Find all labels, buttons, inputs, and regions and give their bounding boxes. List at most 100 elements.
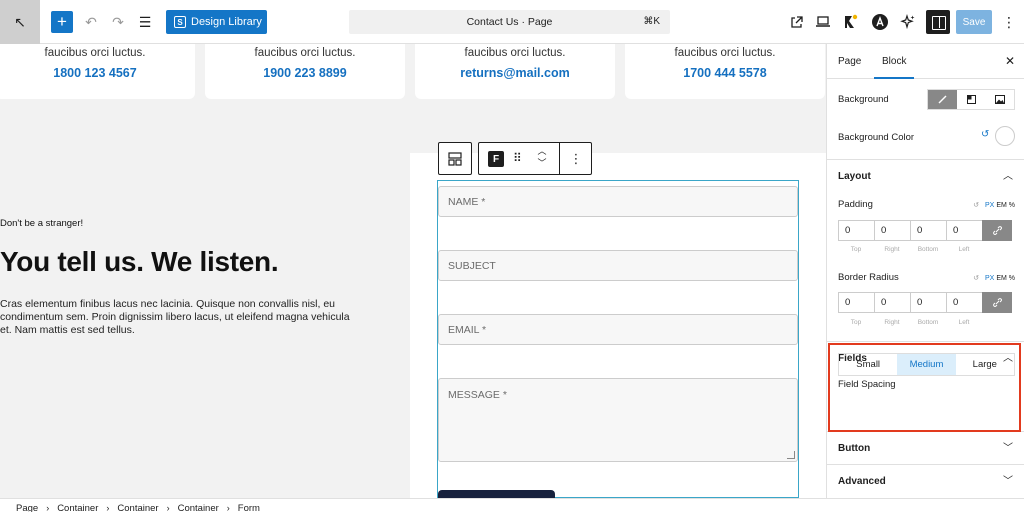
gradient-icon[interactable]	[957, 90, 986, 109]
ai-sparkle-icon[interactable]	[897, 11, 919, 33]
intro-paragraph[interactable]: Cras elementum finibus lacus nec lacinia…	[0, 298, 350, 337]
breadcrumb-item[interactable]: Container	[117, 503, 158, 512]
link-sides-icon[interactable]	[982, 220, 1012, 241]
name-field[interactable]: NAME *	[438, 186, 798, 217]
unit-em[interactable]: EM	[996, 275, 1007, 282]
unit-percent[interactable]: %	[1009, 202, 1015, 209]
plugin-a-icon[interactable]	[869, 11, 891, 33]
card-text: faucibus orci luctus.	[44, 47, 146, 59]
editor-toolbar: ↖ + ↶ ↷ ☰ S Design Library Contact Us · …	[0, 0, 1024, 44]
advanced-title: Advanced	[838, 476, 886, 487]
chevron-up-icon: ︿	[1003, 171, 1013, 182]
padding-top-input[interactable]: 0	[838, 220, 875, 241]
radius-top-input[interactable]: 0	[838, 292, 875, 313]
tagline[interactable]: Don't be a stranger!	[0, 218, 83, 229]
desktop-preview-icon[interactable]	[812, 11, 834, 33]
layout-title: Layout	[838, 171, 871, 182]
move-down-icon[interactable]: ﹀	[535, 157, 549, 169]
background-color-label: Background Color	[838, 132, 915, 143]
redo-icon[interactable]: ↷	[107, 11, 129, 33]
radius-right-input[interactable]: 0	[874, 292, 911, 313]
unit-percent[interactable]: %	[1009, 275, 1015, 282]
layout-section-header[interactable]: Layout ︿	[827, 159, 1024, 192]
contact-card[interactable]: faucibus orci luctus. 1700 444 5578	[625, 44, 825, 99]
breadcrumb-separator-icon: ›	[166, 503, 170, 512]
padding-bottom-input[interactable]: 0	[910, 220, 947, 241]
radius-bottom-input[interactable]: 0	[910, 292, 947, 313]
breadcrumb-item[interactable]: Container	[178, 503, 219, 512]
breadcrumb-item[interactable]: Page	[16, 503, 38, 512]
external-link-icon[interactable]	[785, 11, 807, 33]
document-title: Contact Us · Page	[466, 16, 553, 28]
resize-handle-icon[interactable]	[787, 451, 795, 459]
chevron-down-icon: ﹀	[1003, 476, 1013, 487]
button-section-header[interactable]: Button ﹀	[827, 431, 1024, 464]
undo-icon[interactable]: ↶	[80, 11, 102, 33]
advanced-section-header[interactable]: Advanced ﹀	[827, 464, 1024, 497]
side-label: Right	[884, 319, 900, 326]
contact-card[interactable]: faucibus orci luctus. 1800 123 4567	[0, 44, 195, 99]
unit-px[interactable]: PX	[985, 202, 994, 209]
form-block-icon[interactable]: F	[488, 151, 504, 167]
card-contact: returns@mail.com	[460, 66, 570, 80]
link-corners-icon[interactable]	[982, 292, 1012, 313]
unit-em[interactable]: EM	[996, 202, 1007, 209]
parent-block-icon	[448, 151, 462, 166]
block-toolbar: F ⠿ ︿ ﹀ ⋮	[478, 142, 592, 175]
fields-highlight-box	[828, 343, 1021, 432]
breadcrumb-item[interactable]: Form	[238, 503, 260, 512]
tab-block[interactable]: Block	[874, 44, 915, 79]
close-icon[interactable]: ✕	[1005, 44, 1015, 79]
side-label: Left	[958, 246, 970, 253]
message-textarea[interactable]: MESSAGE *	[438, 378, 798, 462]
reset-icon[interactable]: ↺	[981, 129, 989, 140]
block-options-icon[interactable]: ⋮	[567, 151, 585, 167]
side-label: Bottom	[917, 319, 939, 326]
back-arrow-icon[interactable]: ↖	[0, 0, 40, 44]
move-up-icon[interactable]: ︿	[535, 145, 549, 157]
design-library-icon: S	[174, 16, 186, 28]
reset-icon[interactable]: ↺	[973, 202, 979, 209]
command-palette-button[interactable]: Contact Us · Page ⌘K	[349, 10, 670, 34]
breadcrumb-separator-icon: ›	[226, 503, 230, 512]
design-library-label: Design Library	[191, 16, 262, 28]
side-label: Bottom	[917, 246, 939, 253]
background-type-control	[927, 89, 1015, 110]
add-block-button[interactable]: +	[51, 11, 73, 33]
contact-card[interactable]: faucibus orci luctus. 1900 223 8899	[205, 44, 405, 99]
settings-sidebar-toggle-icon[interactable]	[926, 10, 950, 34]
unit-px[interactable]: PX	[985, 275, 994, 282]
tab-page[interactable]: Page	[838, 44, 861, 79]
breadcrumb-item[interactable]: Container	[57, 503, 98, 512]
padding-left-input[interactable]: 0	[946, 220, 983, 241]
card-text: faucibus orci luctus.	[464, 47, 566, 59]
padding-side-labels: Top Right Bottom Left	[838, 246, 988, 253]
reset-icon[interactable]: ↺	[973, 275, 979, 282]
padding-label: Padding	[838, 199, 873, 210]
options-more-icon[interactable]: ⋮	[998, 11, 1020, 33]
page-headline[interactable]: You tell us. We listen.	[0, 246, 279, 278]
card-text: faucibus orci luctus.	[674, 47, 776, 59]
radius-side-labels: Top Right Bottom Left	[838, 319, 988, 326]
design-library-button[interactable]: S Design Library	[166, 10, 267, 34]
move-controls: ︿ ﹀	[535, 145, 549, 173]
color-swatch[interactable]	[995, 126, 1015, 146]
subject-field[interactable]: SUBJECT	[438, 250, 798, 281]
button-title: Button	[838, 443, 871, 454]
image-icon[interactable]	[985, 90, 1014, 109]
radius-left-input[interactable]: 0	[946, 292, 983, 313]
brush-icon[interactable]	[928, 90, 957, 109]
padding-right-input[interactable]: 0	[874, 220, 911, 241]
email-field[interactable]: EMAIL *	[438, 314, 798, 345]
radius-inputs: 0 0 0 0	[838, 292, 1015, 313]
save-button[interactable]: Save	[956, 10, 992, 34]
card-text: faucibus orci luctus.	[254, 47, 356, 59]
select-parent-button[interactable]	[438, 142, 472, 175]
list-view-icon[interactable]: ☰	[134, 11, 156, 33]
border-radius-label: Border Radius	[838, 272, 899, 283]
drag-handle-icon[interactable]: ⠿	[513, 151, 522, 165]
submit-button[interactable]	[438, 490, 555, 498]
contact-card[interactable]: faucibus orci luctus. returns@mail.com	[415, 44, 615, 99]
chevron-down-icon: ﹀	[1003, 443, 1013, 454]
plugin-rank-icon[interactable]	[839, 11, 861, 33]
